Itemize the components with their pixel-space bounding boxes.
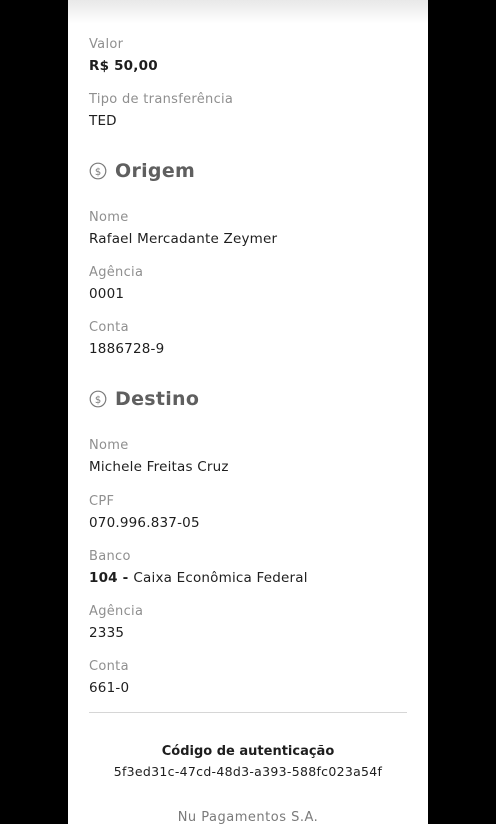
destino-banco-value: 104 - Caixa Econômica Federal [89,570,308,586]
screen: Valor R$ 50,00 Tipo de transferência TED… [0,0,496,824]
bank-name: Caixa Econômica Federal [133,570,308,586]
destino-nome-value: Michele Freitas Cruz [89,459,229,475]
destino-banco-label: Banco [89,549,131,564]
destino-cpf-field: CPF 070.996.837-05 [89,494,200,531]
money-icon: $ [89,162,107,180]
destino-agencia-value: 2335 [89,625,125,641]
origem-title: Origem [115,160,196,182]
tipo-value: TED [89,113,117,129]
tipo-label: Tipo de transferência [89,92,234,107]
destino-banco-field: Banco 104 - Caixa Econômica Federal [89,549,308,586]
destino-nome-field: Nome Michele Freitas Cruz [89,438,229,475]
origem-section-header: $ Origem [89,160,195,182]
money-icon: $ [89,390,107,408]
destino-cpf-label: CPF [89,494,115,509]
origem-nome-label: Nome [89,210,129,225]
destino-nome-label: Nome [89,438,129,453]
destino-agencia-label: Agência [89,604,144,619]
origem-nome-value: Rafael Mercadante Zeymer [89,231,278,247]
destino-section-header: $ Destino [89,388,199,410]
destino-title: Destino [115,388,200,410]
destino-conta-label: Conta [89,659,129,674]
valor-field: Valor R$ 50,00 [89,37,158,74]
auth-block: Código de autenticação 5f3ed31c-47cd-48d… [68,744,428,780]
origem-agencia-value: 0001 [89,286,125,302]
destino-cpf-value: 070.996.837-05 [89,515,200,531]
auth-code[interactable]: 5f3ed31c-47cd-48d3-a393-588fc023a54f [68,764,428,780]
bank-code: 104 [89,570,118,586]
svg-text:$: $ [95,167,101,178]
origem-agencia-field: Agência 0001 [89,265,143,302]
footer-company: Nu Pagamentos S.A. [177,810,319,824]
transfer-receipt[interactable]: Valor R$ 50,00 Tipo de transferência TED… [68,0,428,824]
bank-separator: - [117,570,134,586]
origem-conta-value: 1886728-9 [89,341,165,357]
origem-conta-field: Conta 1886728-9 [89,320,164,357]
divider [89,712,407,713]
tipo-field: Tipo de transferência TED [89,92,233,129]
origem-nome-field: Nome Rafael Mercadante Zeymer [89,210,277,247]
top-shadow [68,0,428,24]
destino-agencia-field: Agência 2335 [89,604,143,641]
destino-conta-value: 661-0 [89,680,130,696]
auth-title: Código de autenticação [161,744,335,759]
valor-label: Valor [89,37,124,52]
valor-value: R$ 50,00 [89,58,158,74]
origem-agencia-label: Agência [89,265,144,280]
svg-text:$: $ [95,395,101,406]
origem-conta-label: Conta [89,320,129,335]
destino-conta-field: Conta 661-0 [89,659,129,696]
